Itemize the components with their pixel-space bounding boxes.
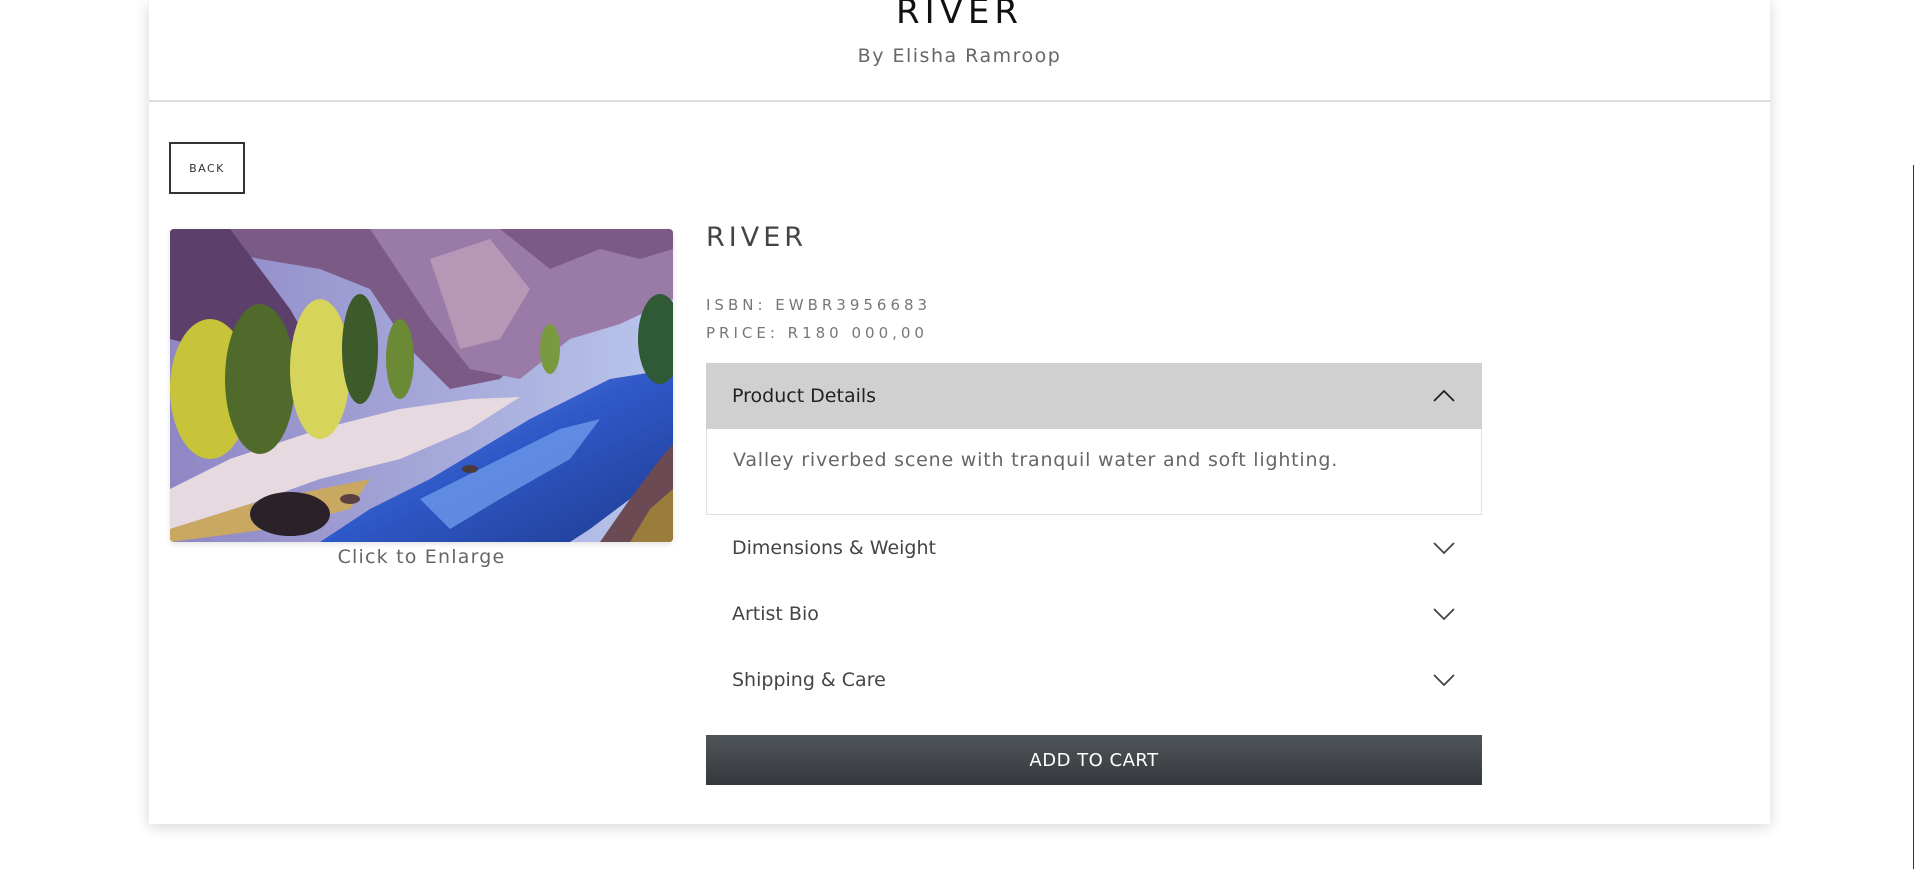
accordion-label: Dimensions & Weight <box>732 537 936 559</box>
scrollbar-edge[interactable] <box>1913 165 1914 869</box>
accordion-body-product-details: Valley riverbed scene with tranquil wate… <box>706 429 1482 515</box>
product-description: Valley riverbed scene with tranquil wate… <box>733 449 1339 471</box>
product-title: RIVER <box>706 222 808 253</box>
artwork-image[interactable] <box>170 229 673 542</box>
accordion-header-product-details[interactable]: Product Details <box>706 363 1482 429</box>
page-title: RIVER <box>895 0 1024 32</box>
price-text: PRICE: R180 000,00 <box>706 324 928 342</box>
add-to-cart-button[interactable]: ADD TO CART <box>706 735 1482 785</box>
accordion-header-artist-bio[interactable]: Artist Bio <box>706 581 1482 647</box>
river-painting <box>170 229 673 542</box>
chevron-down-icon <box>1433 674 1455 687</box>
accordion-label: Shipping & Care <box>732 669 886 691</box>
page-header: RIVER By Elisha Ramroop <box>149 0 1770 102</box>
chevron-up-icon <box>1433 389 1455 402</box>
accordion-header-shipping-care[interactable]: Shipping & Care <box>706 647 1482 713</box>
product-card: RIVER By Elisha Ramroop BACK Click to En… <box>149 0 1770 824</box>
accordion-label: Artist Bio <box>732 603 819 625</box>
enlarge-caption[interactable]: Click to Enlarge <box>170 546 673 568</box>
isbn-text: ISBN: EWBR3956683 <box>706 296 932 314</box>
chevron-down-icon <box>1433 542 1455 555</box>
accordion-header-dimensions-weight[interactable]: Dimensions & Weight <box>706 515 1482 581</box>
product-accordion: Product Details Valley riverbed scene wi… <box>706 363 1482 713</box>
artist-byline: By Elisha Ramroop <box>857 45 1062 67</box>
chevron-down-icon <box>1433 608 1455 621</box>
accordion-label: Product Details <box>732 385 877 407</box>
back-button[interactable]: BACK <box>169 142 245 194</box>
